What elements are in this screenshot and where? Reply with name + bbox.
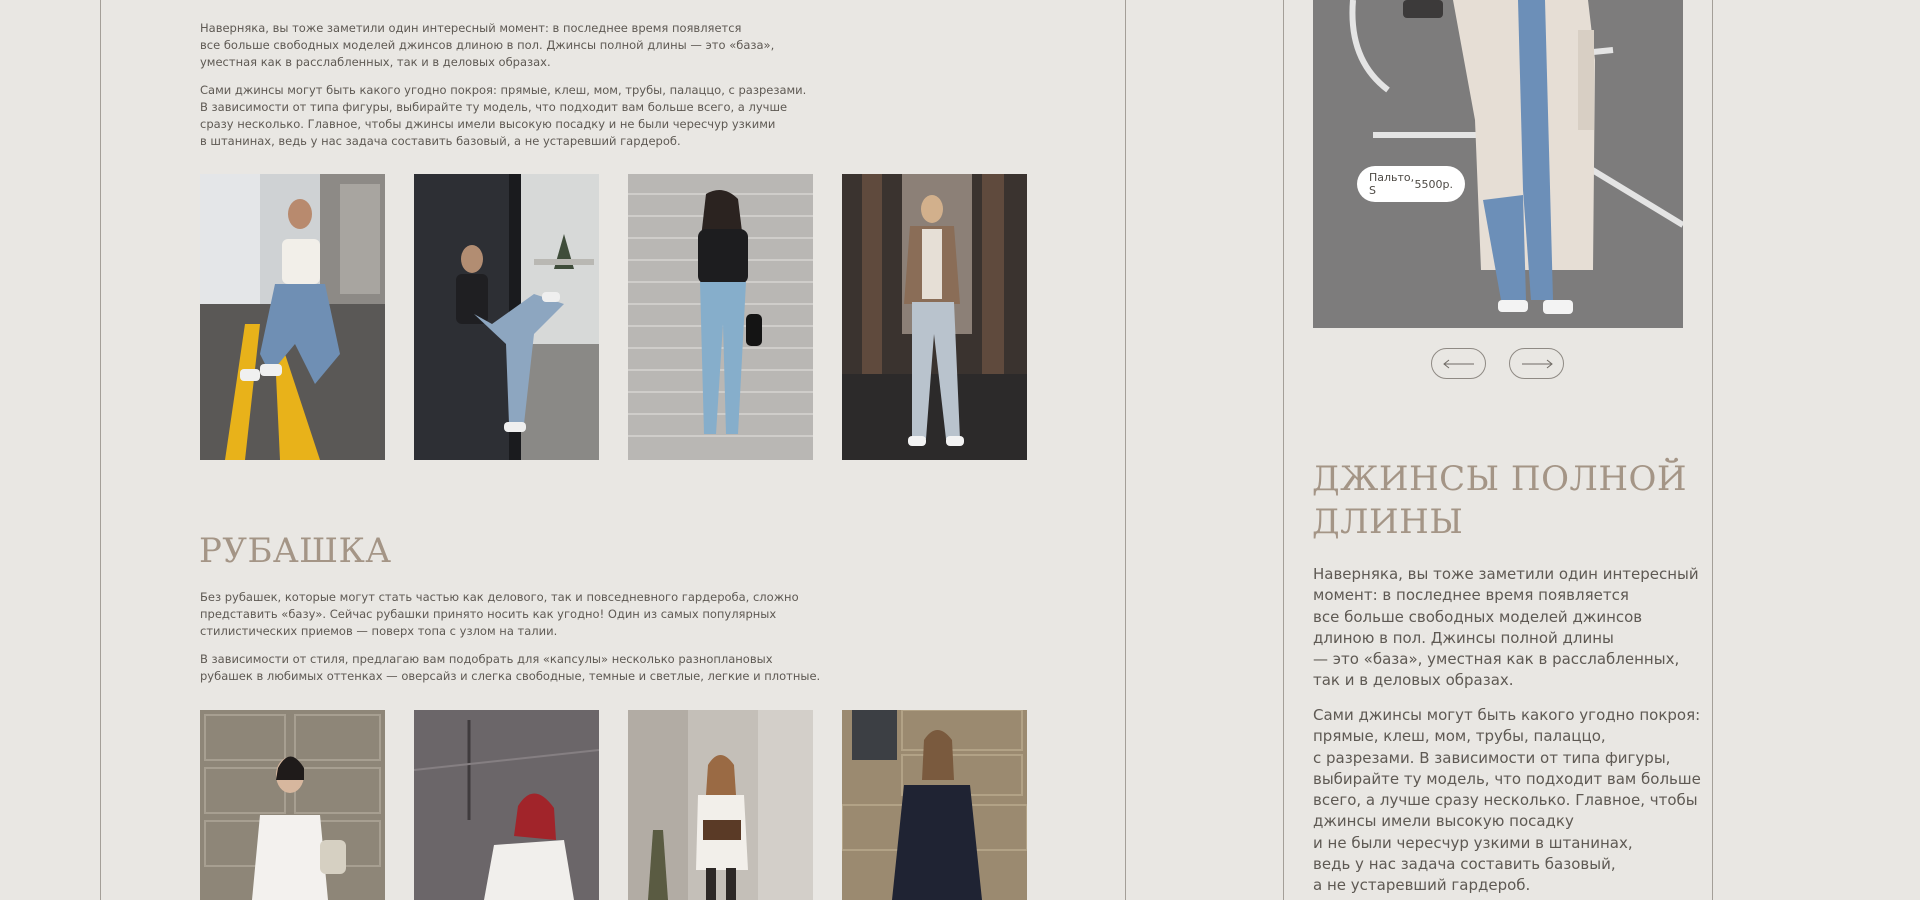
left-column-border	[100, 0, 101, 900]
price-tag-item: Пальто, S	[1369, 171, 1415, 197]
left-column-border	[1125, 0, 1126, 900]
jeans-photo-1	[200, 174, 385, 460]
price-tag[interactable]: Пальто, S 5500р.	[1357, 166, 1465, 202]
jeans-photo-4	[842, 174, 1027, 460]
jeans-paragraph-2: Сами джинсы могут быть какого угодно пок…	[200, 83, 807, 148]
right-jeans-paragraph-1: Наверняка, вы тоже заметили один интерес…	[1313, 565, 1699, 690]
carousel-prev-button[interactable]	[1431, 348, 1486, 379]
shirt-photo-1	[200, 710, 385, 900]
jeans-paragraph-1: Наверняка, вы тоже заметили один интерес…	[200, 21, 775, 69]
carousel-next-button[interactable]	[1509, 348, 1564, 379]
jeans-photo-3	[628, 174, 813, 460]
arrow-right-icon	[1521, 359, 1553, 368]
shirt-photo-3	[628, 710, 813, 900]
shirt-photo-4	[842, 710, 1027, 900]
right-jeans-paragraph-2: Сами джинсы могут быть какого угодно пок…	[1313, 706, 1701, 895]
carousel-photo	[1313, 0, 1683, 328]
shirt-photo-2	[414, 710, 599, 900]
jeans-photo-2	[414, 174, 599, 460]
shirt-paragraph-2: В зависимости от стиля, предлагаю вам по…	[200, 652, 821, 683]
shirt-paragraph-1: Без рубашек, которые могут стать частью …	[200, 590, 799, 638]
arrow-left-icon	[1442, 359, 1474, 368]
price-tag-price: 5500р.	[1414, 177, 1453, 191]
jeans-heading: ДЖИНСЫ ПОЛНОЙ ДЛИНЫ	[1312, 459, 1687, 542]
shirt-heading: РУБАШКА	[199, 531, 392, 571]
right-column-border	[1712, 0, 1713, 900]
right-column-border	[1283, 0, 1284, 900]
